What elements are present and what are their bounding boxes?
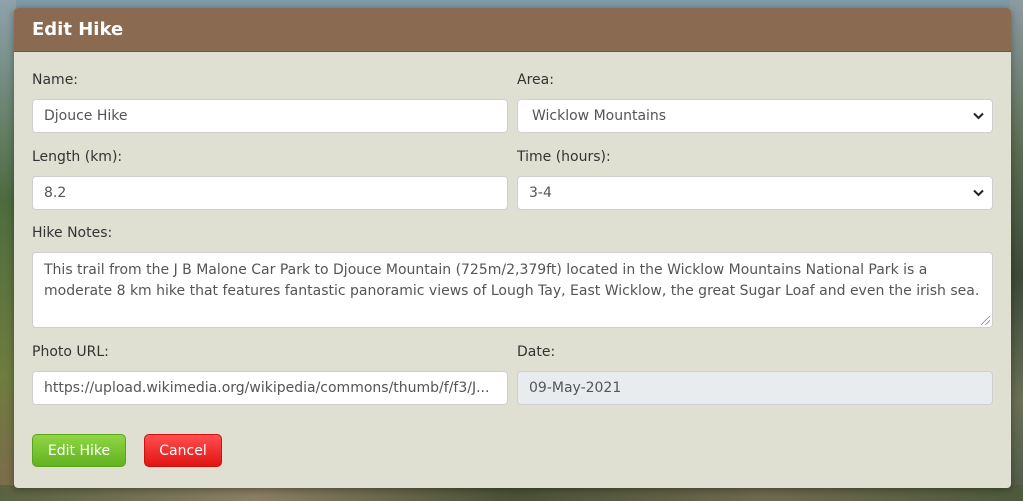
cancel-button[interactable]: Cancel [144,434,222,467]
length-label: Length (km): [32,149,123,165]
area-select[interactable]: Wicklow Mountains [517,99,993,133]
date-input: 09-May-2021 [517,371,993,405]
date-label: Date: [517,344,556,360]
background-landscape-right [1009,0,1023,501]
length-input[interactable]: 8.2 [32,176,508,210]
chevron-down-icon [973,110,984,123]
notes-label: Hike Notes: [32,225,113,241]
date-value: 09-May-2021 [529,380,622,396]
length-input-value: 8.2 [44,185,67,201]
edit-hike-modal: Edit Hike Name: Djouce Hike Area: Wicklo… [14,8,1011,488]
chevron-down-icon [973,187,984,200]
edit-hike-button[interactable]: Edit Hike [32,434,126,467]
area-select-value: Wicklow Mountains [532,108,667,124]
name-label: Name: [32,72,79,88]
modal-title: Edit Hike [32,19,124,40]
hike-notes-value: This trail from the J B Malone Car Park … [44,262,980,299]
hike-notes-textarea[interactable]: This trail from the J B Malone Car Park … [32,252,993,328]
photo-url-label: Photo URL: [32,344,109,360]
photo-url-input[interactable]: https://upload.wikimedia.org/wikipedia/c… [32,371,508,405]
name-input[interactable]: Djouce Hike [32,99,508,133]
time-select-value: 3-4 [529,185,552,201]
resize-handle-icon[interactable] [981,316,990,325]
time-label: Time (hours): [517,149,611,165]
photo-url-value: https://upload.wikimedia.org/wikipedia/c… [44,380,490,396]
modal-header: Edit Hike [14,8,1011,52]
name-input-value: Djouce Hike [44,108,128,124]
area-label: Area: [517,72,554,88]
time-select[interactable]: 3-4 [517,176,993,210]
